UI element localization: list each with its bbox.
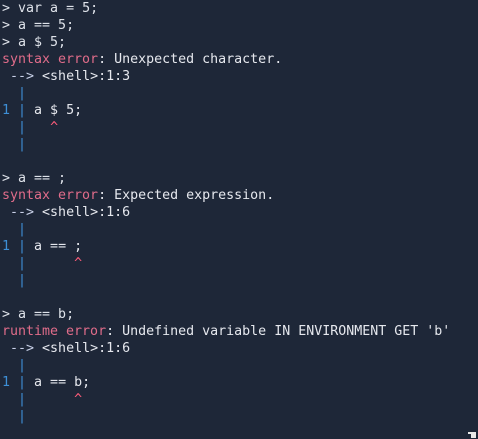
command-text: var a = 5; (18, 1, 99, 16)
location-arrow: --> (2, 69, 35, 84)
error-message: : Undefined variable IN ENVIRONMENT GET … (106, 324, 451, 339)
prompt-symbol: > (2, 171, 11, 186)
gutter-line: | (2, 85, 472, 102)
source-code: a == b; (34, 375, 91, 390)
gutter-bar: | (2, 137, 27, 152)
caret-line: | ^ (2, 255, 472, 272)
command-text: a == 5; (18, 18, 75, 33)
caret-pad (26, 256, 74, 271)
source-code: a == ; (34, 239, 83, 254)
error-message: : Expected expression. (98, 188, 275, 203)
location-line: --> <shell>:1:3 (2, 68, 472, 85)
gutter-line: | (2, 408, 472, 425)
resize-grip-icon[interactable] (468, 432, 476, 438)
command-text: a $ 5; (18, 35, 67, 50)
caret-pad (26, 392, 74, 407)
gutter-bar: | (2, 222, 27, 237)
prompt-line: > a == b; (2, 306, 472, 323)
gutter-bar: | (2, 392, 27, 407)
caret-line: | ^ (2, 391, 472, 408)
prompt-line: > a == 5; (2, 17, 472, 34)
caret-pad (26, 120, 50, 135)
gutter-bar: | (2, 358, 27, 373)
command-text: a == ; (18, 171, 67, 186)
source-line: 1 | a == b; (2, 374, 472, 391)
prompt-symbol: > (2, 35, 11, 50)
error-label: runtime error (2, 324, 107, 339)
location-line: --> <shell>:1:6 (2, 204, 472, 221)
gutter-bar: | (10, 375, 27, 390)
error-line: runtime error: Undefined variable IN ENV… (2, 323, 472, 340)
gutter-line: | (2, 357, 472, 374)
location-line: --> <shell>:1:6 (2, 340, 472, 357)
gutter-line: | (2, 136, 472, 153)
error-message: : Unexpected character. (98, 52, 283, 67)
gutter-bar: | (2, 256, 27, 271)
caret-line: | ^ (2, 119, 472, 136)
prompt-line: > var a = 5; (2, 0, 472, 17)
gutter-line: | (2, 221, 472, 238)
location-text: <shell>:1:3 (42, 69, 131, 84)
caret-marker: ^ (74, 256, 83, 271)
gutter-bar: | (2, 86, 27, 101)
source-line: 1 | a $ 5; (2, 102, 472, 119)
line-number: 1 (2, 375, 11, 390)
caret-marker: ^ (50, 120, 59, 135)
prompt-line: > a $ 5; (2, 34, 472, 51)
gutter-line: | (2, 272, 472, 289)
source-code: a $ 5; (34, 103, 83, 118)
gutter-bar: | (10, 239, 27, 254)
gutter-bar: | (2, 120, 27, 135)
gutter-bar: | (2, 409, 27, 424)
gutter-bar: | (10, 103, 27, 118)
error-label: syntax error (2, 52, 99, 67)
prompt-line: > a == ; (2, 170, 472, 187)
prompt-symbol: > (2, 307, 11, 322)
command-text: a == b; (18, 307, 75, 322)
line-number: 1 (2, 239, 11, 254)
caret-marker: ^ (74, 392, 83, 407)
location-arrow: --> (2, 341, 35, 356)
line-number: 1 (2, 103, 11, 118)
prompt-symbol: > (2, 18, 11, 33)
source-line: 1 | a == ; (2, 238, 472, 255)
location-text: <shell>:1:6 (42, 205, 131, 220)
gutter-bar: | (2, 273, 27, 288)
terminal-output[interactable]: > var a = 5; > a == 5; > a $ 5; syntax e… (2, 0, 472, 439)
error-line: syntax error: Unexpected character. (2, 51, 472, 68)
error-line: syntax error: Expected expression. (2, 187, 472, 204)
prompt-symbol: > (2, 1, 11, 16)
error-label: syntax error (2, 188, 99, 203)
location-text: <shell>:1:6 (42, 341, 131, 356)
location-arrow: --> (2, 205, 35, 220)
